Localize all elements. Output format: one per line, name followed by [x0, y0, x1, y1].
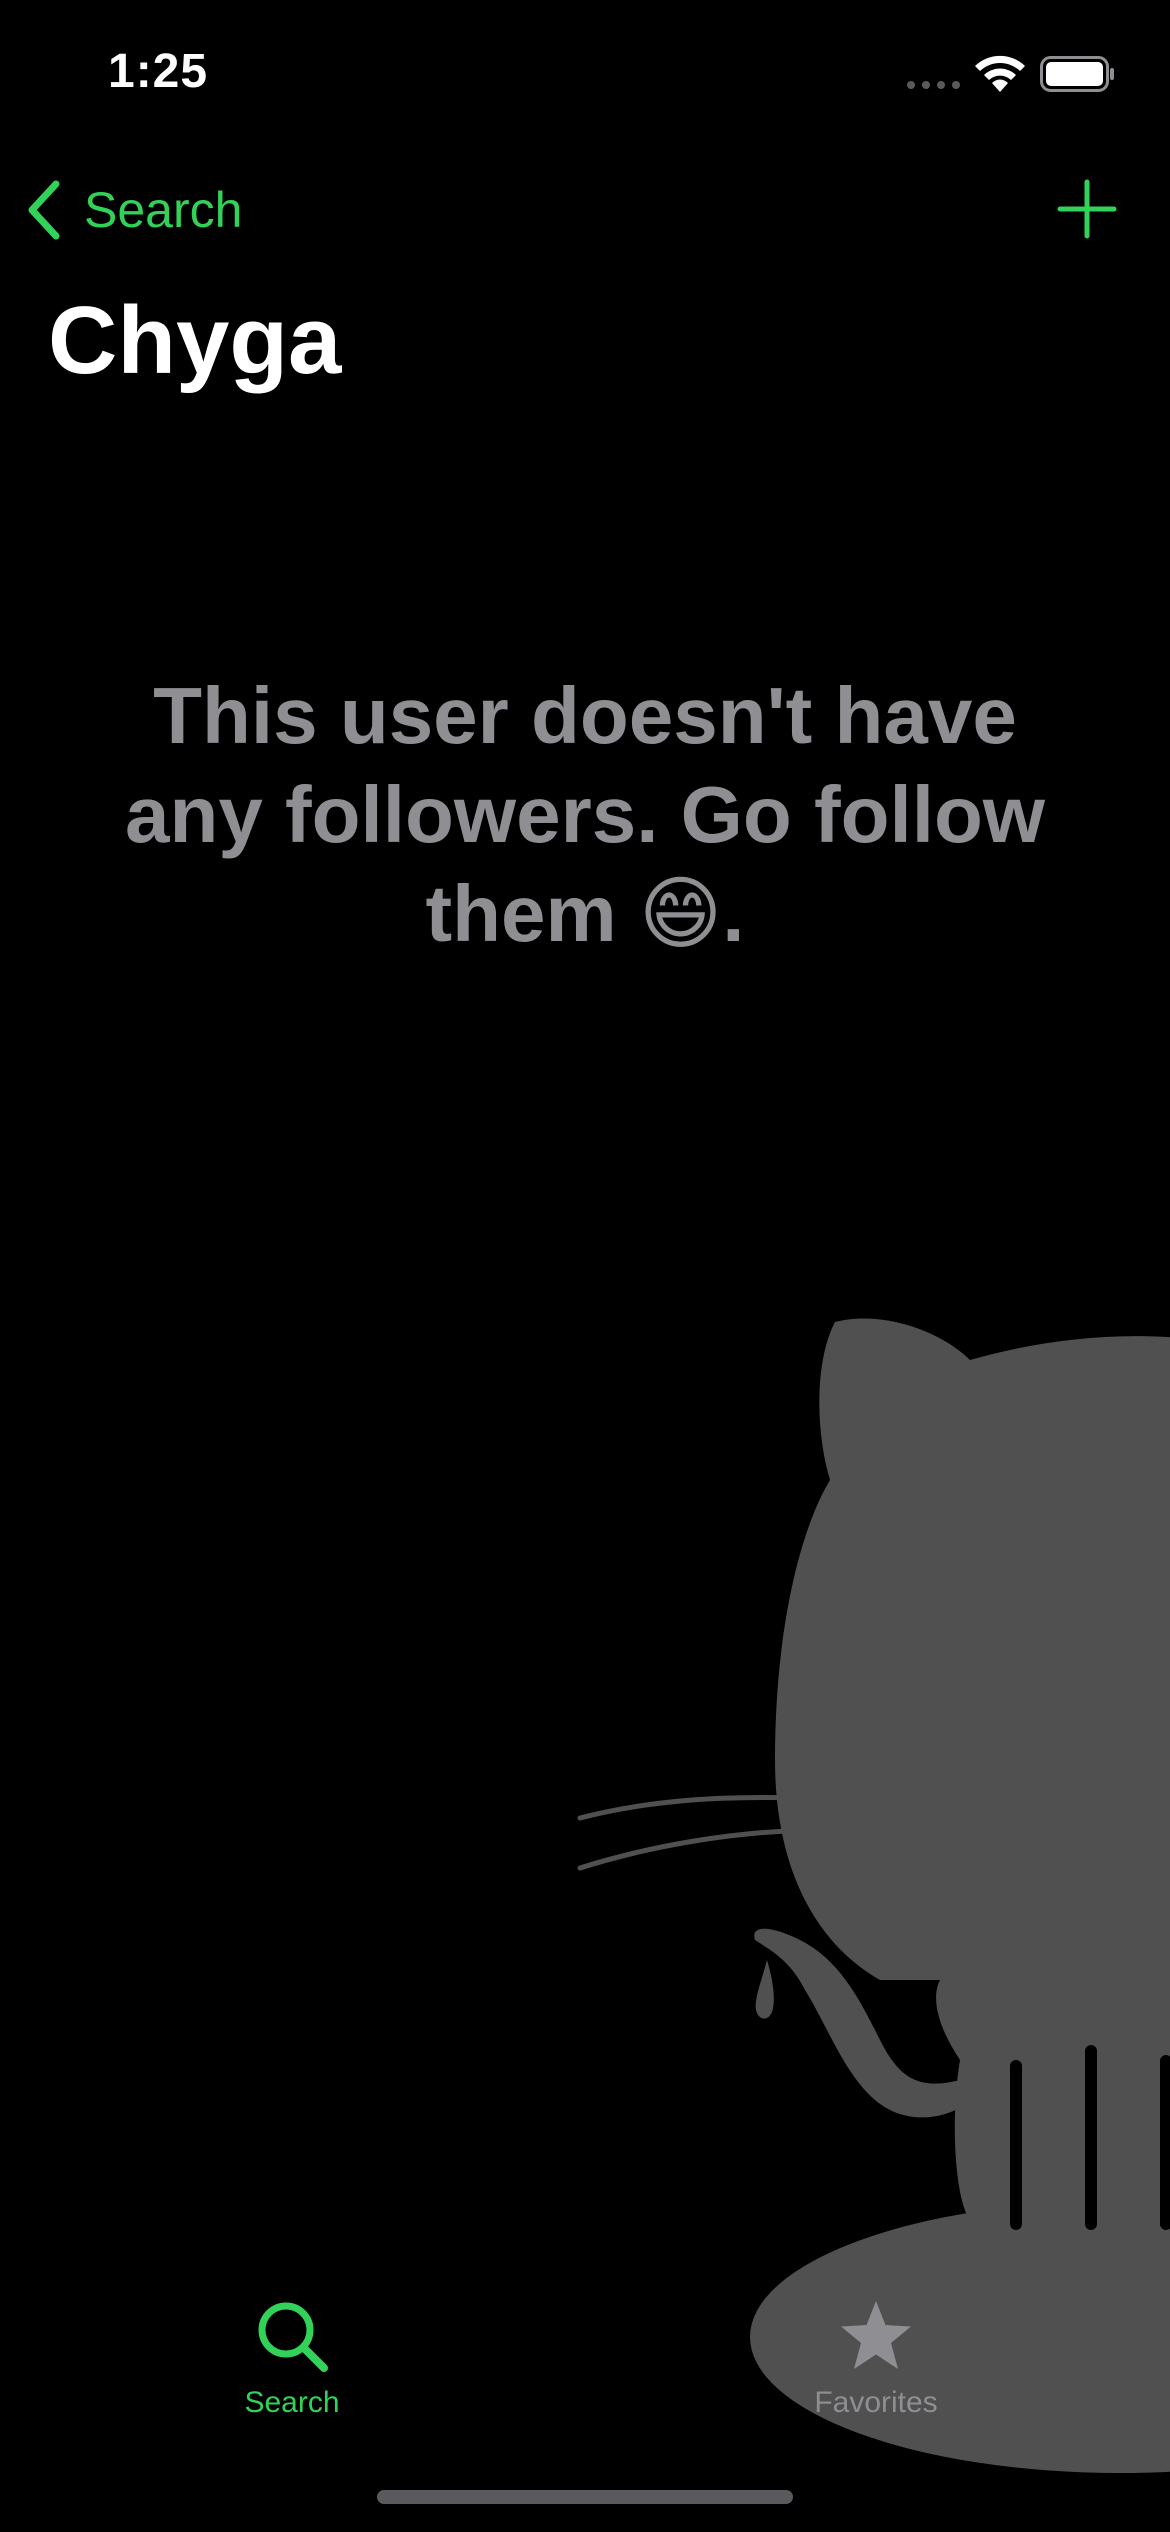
home-indicator[interactable] — [377, 2490, 793, 2504]
add-icon[interactable] — [1056, 178, 1118, 240]
cellular-signal-icon — [907, 81, 960, 89]
battery-icon — [1040, 56, 1114, 92]
navigation-bar: Search — [0, 160, 1170, 260]
page-title: Chyga — [48, 287, 342, 394]
tab-favorites-label: Favorites — [814, 2386, 938, 2419]
tab-search-label: Search — [244, 2386, 340, 2419]
status-bar: 1:25 — [0, 0, 1170, 150]
wifi-icon — [975, 55, 1025, 92]
star-icon — [841, 2301, 911, 2369]
chevron-left-icon — [28, 180, 60, 240]
tab-search[interactable]: Search — [142, 2298, 442, 2448]
empty-state-message: This user doesn't have any followers. Go… — [124, 671, 1046, 958]
back-button-label: Search — [84, 182, 243, 238]
search-icon — [258, 2302, 328, 2372]
tab-favorites[interactable]: Favorites — [726, 2298, 1026, 2448]
status-time: 1:25 — [108, 45, 209, 98]
back-button[interactable]: Search — [22, 172, 242, 248]
